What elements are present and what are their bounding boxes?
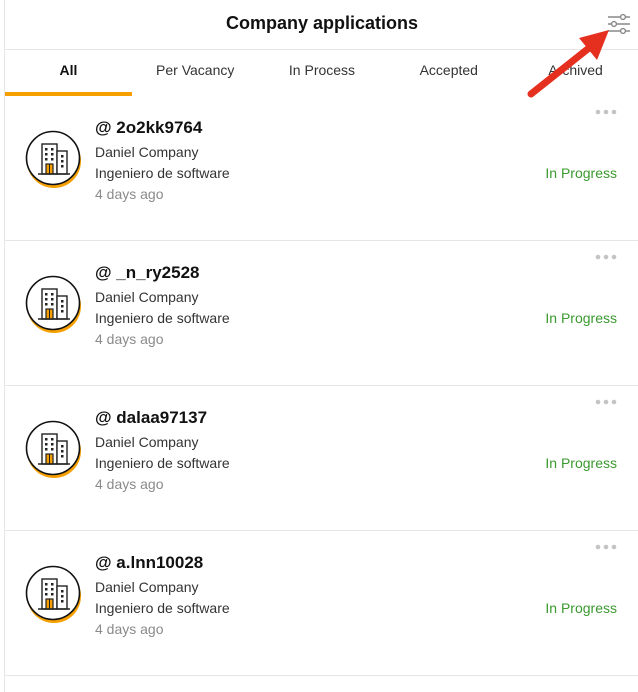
application-card[interactable]: @ dalaa97137 Daniel Company Ingeniero de…	[5, 386, 638, 531]
position-name: Ingeniero de software	[95, 165, 230, 181]
applications-list: @ 2o2kk9764 Daniel Company Ingeniero de …	[5, 96, 638, 676]
application-info: @ 2o2kk9764 Daniel Company Ingeniero de …	[95, 118, 230, 205]
filter-button[interactable]	[605, 10, 633, 38]
tab-bar: All Per Vacancy In Process Accepted Arch…	[5, 50, 638, 96]
company-building-avatar	[25, 275, 81, 333]
applicant-handle[interactable]: @ a.lnn10028	[95, 553, 230, 573]
application-info: @ a.lnn10028 Daniel Company Ingeniero de…	[95, 553, 230, 640]
time-ago: 4 days ago	[95, 476, 164, 492]
company-building-avatar	[25, 420, 81, 478]
status-label: In Progress	[545, 310, 617, 326]
tab-all[interactable]: All	[5, 50, 132, 96]
position-name: Ingeniero de software	[95, 600, 230, 616]
page-title: Company applications	[225, 13, 419, 33]
tab-in-process[interactable]: In Process	[259, 50, 386, 96]
more-options-icon[interactable]	[595, 398, 617, 406]
company-name: Daniel Company	[95, 289, 199, 305]
company-building-avatar	[25, 130, 81, 188]
applicant-handle[interactable]: @ _n_ry2528	[95, 263, 230, 283]
header: Company applications	[5, 0, 638, 50]
more-options-icon[interactable]	[595, 108, 617, 116]
position-name: Ingeniero de software	[95, 310, 230, 326]
tab-archived[interactable]: Archived	[512, 50, 638, 96]
app-frame: Company applications All Per Vacancy In …	[4, 0, 638, 692]
more-options-icon[interactable]	[595, 543, 617, 551]
time-ago: 4 days ago	[95, 621, 164, 637]
applicant-handle[interactable]: @ 2o2kk9764	[95, 118, 230, 138]
tab-per-vacancy[interactable]: Per Vacancy	[132, 50, 259, 96]
company-name: Daniel Company	[95, 144, 199, 160]
position-name: Ingeniero de software	[95, 455, 230, 471]
tab-accepted[interactable]: Accepted	[385, 50, 512, 96]
company-building-avatar	[25, 565, 81, 623]
application-info: @ _n_ry2528 Daniel Company Ingeniero de …	[95, 263, 230, 350]
status-label: In Progress	[545, 455, 617, 471]
company-name: Daniel Company	[95, 434, 199, 450]
more-options-icon[interactable]	[595, 253, 617, 261]
applicant-handle[interactable]: @ dalaa97137	[95, 408, 230, 428]
sliders-icon	[608, 13, 630, 35]
status-label: In Progress	[545, 165, 617, 181]
application-card[interactable]: @ _n_ry2528 Daniel Company Ingeniero de …	[5, 241, 638, 386]
application-card[interactable]: @ a.lnn10028 Daniel Company Ingeniero de…	[5, 531, 638, 676]
application-info: @ dalaa97137 Daniel Company Ingeniero de…	[95, 408, 230, 495]
company-name: Daniel Company	[95, 579, 199, 595]
status-label: In Progress	[545, 600, 617, 616]
time-ago: 4 days ago	[95, 331, 164, 347]
time-ago: 4 days ago	[95, 186, 164, 202]
application-card[interactable]: @ 2o2kk9764 Daniel Company Ingeniero de …	[5, 96, 638, 241]
